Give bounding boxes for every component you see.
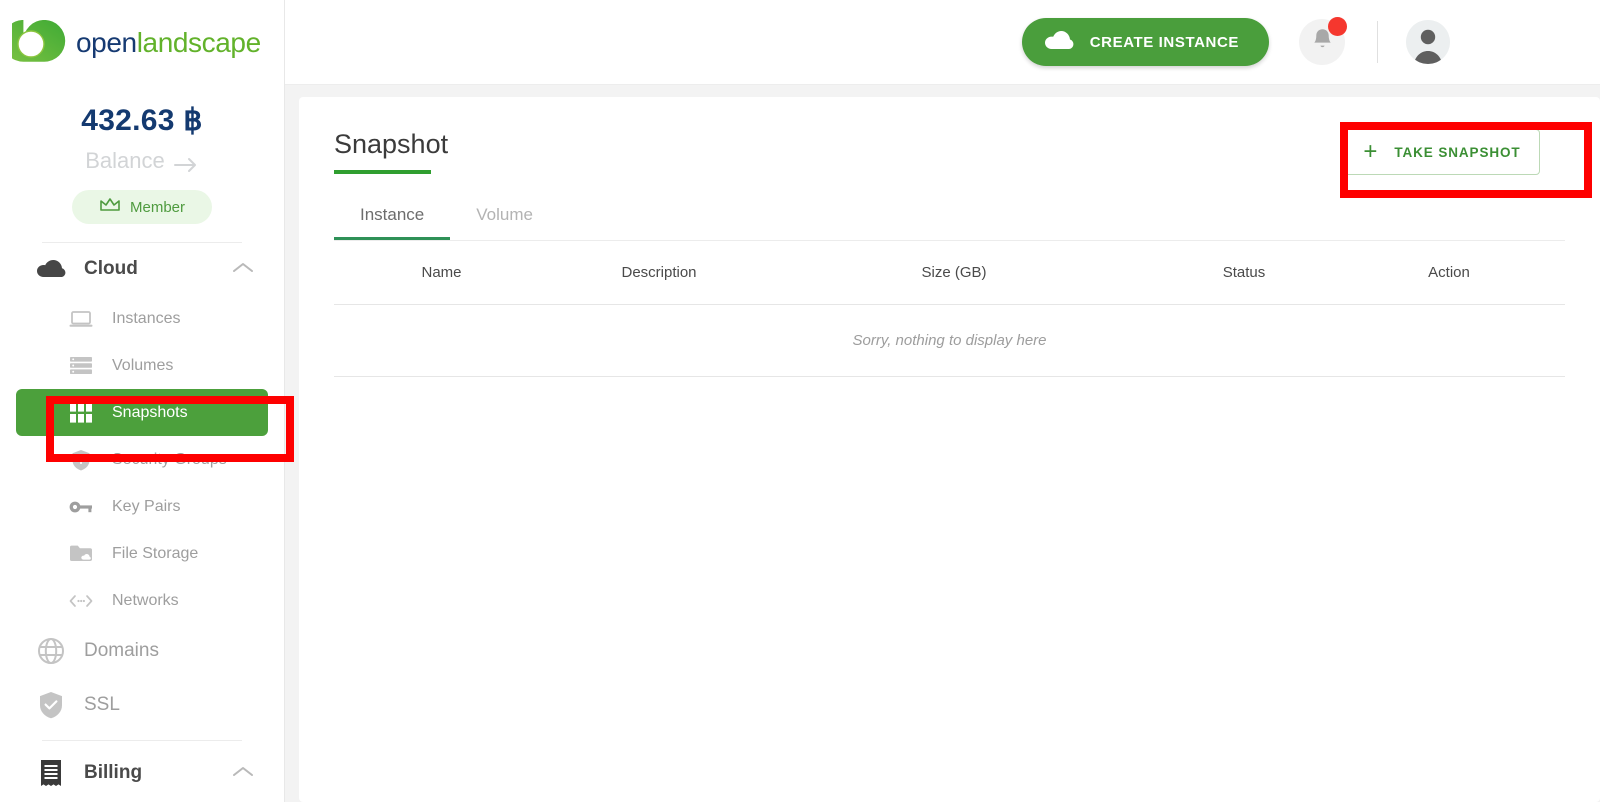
take-snapshot-button[interactable]: + TAKE SNAPSHOT xyxy=(1344,129,1540,175)
shield-icon xyxy=(68,449,94,471)
tab-volume-label: Volume xyxy=(476,205,533,224)
sidebar-item-file-storage[interactable]: File Storage xyxy=(16,530,268,577)
sidebar-item-ssl-label: SSL xyxy=(84,694,120,715)
tab-instance[interactable]: Instance xyxy=(334,205,451,240)
folder-cloud-icon xyxy=(68,544,94,563)
receipt-icon xyxy=(36,759,66,787)
logo-open-text: open xyxy=(76,26,137,58)
laptop-icon xyxy=(68,310,94,328)
server-stack-icon xyxy=(68,356,94,375)
notification-badge-dot xyxy=(1328,17,1347,36)
avatar[interactable] xyxy=(1406,20,1450,64)
sidebar-item-ssl[interactable]: SSL xyxy=(0,678,284,732)
column-header-status: Status xyxy=(1222,264,1266,281)
sidebar-item-key-pairs[interactable]: Key Pairs xyxy=(16,483,268,530)
content-panel: Snapshot + TAKE SNAPSHOT Instance Volume xyxy=(299,97,1600,802)
sidebar-item-domains-label: Domains xyxy=(84,640,159,661)
top-header: CREATE INSTANCE xyxy=(285,0,1600,85)
sidebar-item-domains[interactable]: Domains xyxy=(0,624,284,678)
sidebar-item-networks[interactable]: Networks xyxy=(16,577,268,624)
sidebar-item-file-storage-label: File Storage xyxy=(112,544,199,562)
notifications-button[interactable] xyxy=(1299,17,1347,65)
empty-state-message: Sorry, nothing to display here xyxy=(852,332,1047,349)
shield-check-icon xyxy=(36,691,66,719)
page-title-underline xyxy=(334,170,431,174)
sidebar-group-billing-label: Billing xyxy=(84,762,143,783)
create-instance-button[interactable]: CREATE INSTANCE xyxy=(1021,18,1269,66)
sidebar-item-snapshots[interactable]: Snapshots xyxy=(16,389,268,436)
column-header-description: Description xyxy=(621,264,697,281)
sidebar-item-key-pairs-label: Key Pairs xyxy=(112,497,181,515)
page-title: Snapshot xyxy=(334,129,449,159)
tab-instance-label: Instance xyxy=(360,205,425,224)
plus-icon: + xyxy=(1363,138,1379,165)
cloud-icon xyxy=(36,259,66,279)
header-divider xyxy=(1377,21,1378,63)
main-area: CREATE INSTANCE Snapshot + TAKE SNAPSHOT… xyxy=(285,0,1600,802)
app-root: openlandscape 432.63 ฿ Balance Member Cl… xyxy=(0,0,1600,802)
member-badge-label: Member xyxy=(129,198,185,216)
sidebar-item-security-groups[interactable]: Security Groups xyxy=(16,436,268,483)
sidebar-item-snapshots-label: Snapshots xyxy=(112,403,188,421)
page-header: Snapshot + TAKE SNAPSHOT xyxy=(299,97,1600,175)
balance-block: 432.63 ฿ Balance Member xyxy=(0,85,284,224)
sidebar-group-cloud[interactable]: Cloud xyxy=(0,243,284,295)
sidebar-item-volumes[interactable]: Volumes xyxy=(16,342,268,389)
take-snapshot-label: TAKE SNAPSHOT xyxy=(1394,144,1521,160)
grid-icon xyxy=(68,402,94,423)
column-header-name: Name xyxy=(421,264,462,281)
cloud-icon xyxy=(1044,30,1074,55)
tab-volume[interactable]: Volume xyxy=(450,205,559,240)
sidebar-group-cloud-label: Cloud xyxy=(84,258,138,279)
key-icon xyxy=(68,500,94,514)
sidebar-item-networks-label: Networks xyxy=(112,591,179,609)
logo-wordmark: openlandscape xyxy=(76,27,261,59)
sidebar-group-billing[interactable]: Billing xyxy=(0,747,284,799)
brand-logo[interactable]: openlandscape xyxy=(0,0,284,85)
page-title-block: Snapshot xyxy=(334,129,448,174)
tab-bar: Instance Volume xyxy=(299,205,1600,240)
table-header-row: Name Description Size (GB) Status Action xyxy=(334,241,1565,304)
create-instance-label: CREATE INSTANCE xyxy=(1089,33,1239,51)
network-icon xyxy=(68,594,94,608)
column-header-action: Action xyxy=(1428,264,1470,281)
sidebar-divider-billing xyxy=(42,740,242,741)
chevron-up-icon xyxy=(232,258,254,280)
sidebar-item-instances[interactable]: Instances xyxy=(16,295,268,342)
sidebar-item-instances-label: Instances xyxy=(112,309,181,327)
arrow-right-icon xyxy=(173,153,199,172)
table-rule-bottom xyxy=(334,376,1565,377)
balance-amount: 432.63 ฿ xyxy=(81,104,203,137)
member-badge: Member xyxy=(72,190,212,224)
sidebar-item-security-groups-label: Security Groups xyxy=(112,450,227,468)
snapshots-table: Name Description Size (GB) Status Action… xyxy=(334,241,1565,377)
balance-label: Balance xyxy=(85,148,165,173)
balance-link[interactable]: Balance xyxy=(0,148,284,174)
column-header-size: Size (GB) xyxy=(921,264,987,281)
logo-landscape-text: landscape xyxy=(136,26,261,58)
globe-icon xyxy=(36,637,66,665)
leaf-drop-icon xyxy=(2,19,74,66)
sidebar: openlandscape 432.63 ฿ Balance Member Cl… xyxy=(0,0,285,802)
crown-icon xyxy=(99,197,121,217)
sidebar-item-volumes-label: Volumes xyxy=(112,356,174,374)
chevron-up-icon xyxy=(232,762,254,784)
